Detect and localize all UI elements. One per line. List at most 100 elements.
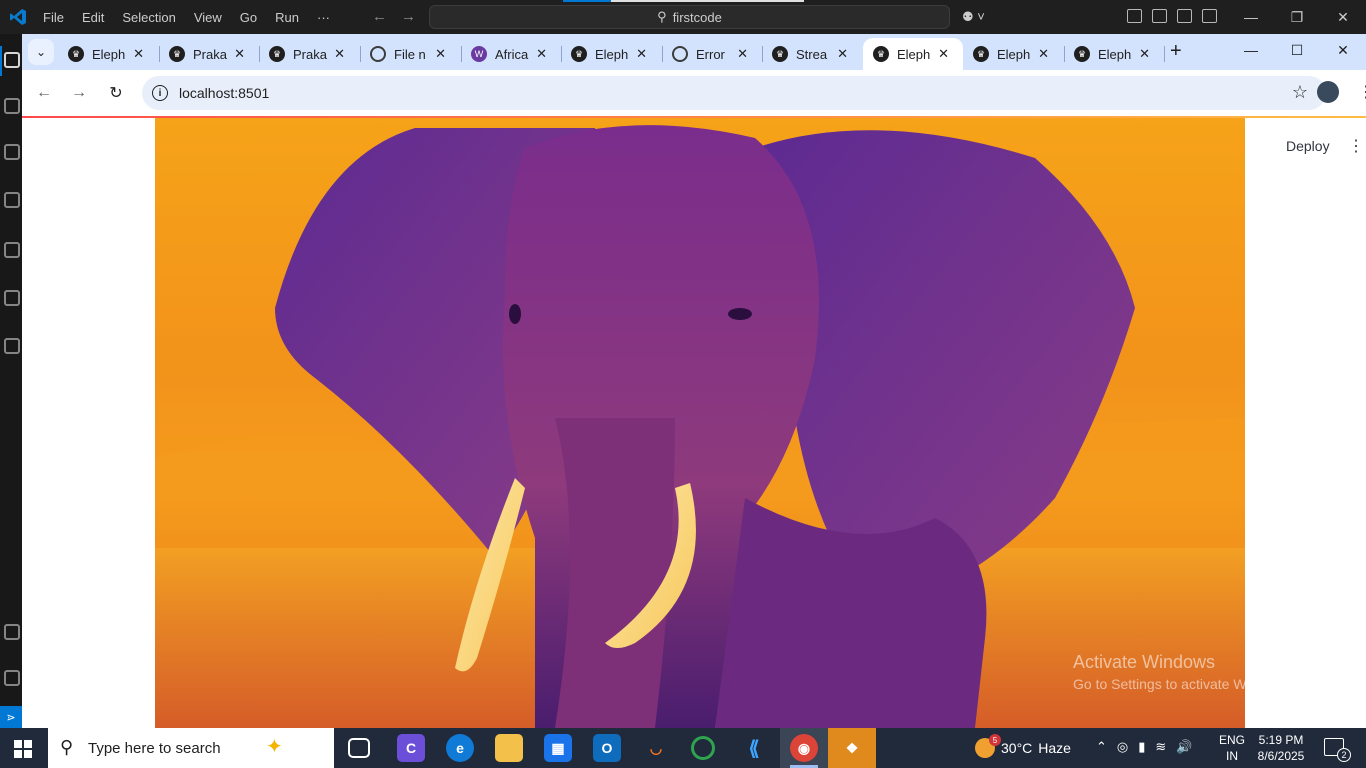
- menu-selection[interactable]: Selection: [113, 10, 184, 25]
- tab-close-icon[interactable]: ✕: [636, 46, 647, 62]
- extensions-icon[interactable]: [4, 242, 20, 258]
- tab-close-icon[interactable]: ✕: [334, 46, 345, 62]
- customize-layout-icon[interactable]: [1127, 9, 1142, 23]
- tab-close-icon[interactable]: ✕: [133, 46, 144, 62]
- tab-search-chevron-icon[interactable]: ⌄: [28, 39, 54, 65]
- volume-icon[interactable]: 🔊: [1176, 739, 1192, 755]
- battery-icon[interactable]: ▮: [1138, 739, 1145, 755]
- explorer-icon[interactable]: [4, 52, 20, 68]
- toggle-sidebar-icon[interactable]: [1152, 9, 1167, 23]
- tab-10[interactable]: ♛ Eleph ✕: [963, 38, 1063, 70]
- layout-controls: [1127, 9, 1217, 23]
- tab-2[interactable]: ♛ Praka ✕: [159, 38, 259, 70]
- language-indicator[interactable]: ENG IN: [1219, 732, 1245, 764]
- search-icon: ⚲: [657, 9, 667, 24]
- tab-3[interactable]: ♛ Praka ✕: [259, 38, 359, 70]
- bookmark-star-icon[interactable]: ☆: [1292, 82, 1308, 103]
- chrome-menu-icon[interactable]: ⋮: [1358, 82, 1366, 102]
- outlook-icon[interactable]: O: [593, 734, 621, 762]
- url-text[interactable]: localhost:8501: [179, 85, 269, 101]
- streamlit-crown-icon: ♛: [571, 46, 587, 62]
- tab-close-icon[interactable]: ✕: [1038, 46, 1049, 62]
- copilot-app-icon[interactable]: C: [397, 734, 425, 762]
- weather-widget[interactable]: 5 30°C Haze: [975, 734, 1071, 758]
- taskbar-search[interactable]: ⚲ Type here to search ✦: [48, 728, 334, 768]
- restore-button[interactable]: ❐: [1274, 0, 1320, 34]
- wifi-icon[interactable]: ≋: [1155, 739, 1166, 755]
- tab-close-icon[interactable]: ✕: [837, 46, 848, 62]
- meet-now-icon[interactable]: ◎: [1117, 739, 1128, 755]
- source-control-icon[interactable]: [4, 144, 20, 160]
- chrome-maximize-button[interactable]: ☐: [1274, 34, 1320, 66]
- pycharm-like-icon[interactable]: [691, 736, 715, 760]
- streamlit-crown-icon: ♛: [169, 46, 185, 62]
- tab-4[interactable]: File n ✕: [360, 38, 460, 70]
- tab-6[interactable]: ♛ Eleph ✕: [561, 38, 661, 70]
- browser-toolbar: ← → ↻ i localhost:8501 ☆ ⋮: [22, 70, 1366, 116]
- back-icon[interactable]: ←: [32, 81, 56, 105]
- menu-more[interactable]: ···: [308, 10, 339, 25]
- openai-icon: [370, 46, 386, 62]
- chrome-taskbar-icon[interactable]: ◉: [790, 734, 818, 762]
- clock[interactable]: 5:19 PM 8/6/2025: [1256, 732, 1306, 764]
- tab-close-icon[interactable]: ✕: [938, 46, 949, 62]
- streamlit-crown-icon: ♛: [68, 46, 84, 62]
- chrome-close-button[interactable]: ✕: [1320, 34, 1366, 66]
- deploy-button[interactable]: Deploy: [1286, 138, 1330, 154]
- chrome-minimize-button[interactable]: —: [1228, 34, 1274, 66]
- testing-icon[interactable]: [4, 290, 20, 306]
- docker-icon[interactable]: [4, 338, 20, 354]
- tab-11[interactable]: ♛ Eleph ✕: [1064, 38, 1164, 70]
- jupyter-icon[interactable]: ◡: [642, 734, 670, 762]
- microsoft-store-icon[interactable]: ▦: [544, 734, 572, 762]
- search-view-icon[interactable]: [4, 98, 20, 114]
- file-explorer-icon[interactable]: [495, 734, 523, 762]
- tab-close-icon[interactable]: ✕: [234, 46, 245, 62]
- menu-view[interactable]: View: [185, 10, 231, 25]
- tab-close-icon[interactable]: ✕: [536, 46, 547, 62]
- tab-title: Strea: [796, 46, 828, 62]
- tray-chevron-icon[interactable]: ⌃: [1096, 739, 1107, 755]
- edge-icon[interactable]: e: [446, 734, 474, 762]
- menu-file[interactable]: File: [34, 10, 73, 25]
- tab-7[interactable]: Error ✕: [662, 38, 762, 70]
- settings-gear-icon[interactable]: [4, 670, 20, 686]
- notification-center-icon[interactable]: 2: [1324, 738, 1351, 762]
- menu-edit[interactable]: Edit: [73, 10, 113, 25]
- python-app-icon[interactable]: ❖: [838, 734, 866, 762]
- toggle-panel-icon[interactable]: [1177, 9, 1192, 23]
- tab-close-icon[interactable]: ✕: [1139, 46, 1150, 62]
- elephant-trunk: [555, 418, 675, 728]
- address-bar[interactable]: i localhost:8501 ☆: [142, 76, 1326, 110]
- streamlit-menu-icon[interactable]: ⋮: [1348, 136, 1364, 156]
- tab-5[interactable]: W Africa ✕: [461, 38, 561, 70]
- back-arrow-icon[interactable]: ←: [372, 8, 387, 25]
- tab-1[interactable]: ♛ Eleph ✕: [58, 38, 158, 70]
- openai-icon: [672, 46, 688, 62]
- minimize-button[interactable]: —: [1228, 0, 1274, 34]
- vscode-taskbar-icon[interactable]: ⟪: [740, 734, 768, 762]
- workspace-name: firstcode: [672, 9, 722, 25]
- windows-start-icon[interactable]: [14, 740, 32, 758]
- account-icon[interactable]: [4, 624, 20, 640]
- new-tab-button[interactable]: +: [1170, 40, 1182, 63]
- forward-arrow-icon[interactable]: →: [401, 8, 416, 25]
- task-view-icon[interactable]: [348, 738, 370, 758]
- tab-close-icon[interactable]: ✕: [435, 46, 446, 62]
- vscode-command-center[interactable]: ⚲ firstcode: [429, 5, 950, 29]
- activate-windows-title: Activate Windows: [1073, 652, 1216, 672]
- tab-9-active[interactable]: ♛ Eleph ✕: [863, 38, 963, 70]
- forward-icon[interactable]: →: [67, 81, 91, 105]
- toggle-secondary-sidebar-icon[interactable]: [1202, 9, 1217, 23]
- profile-avatar[interactable]: [1317, 81, 1339, 103]
- tab-close-icon[interactable]: ✕: [737, 46, 748, 62]
- site-info-icon[interactable]: i: [152, 85, 168, 101]
- menu-go[interactable]: Go: [231, 10, 266, 25]
- copilot-icon[interactable]: ⚉ ˅: [962, 9, 985, 25]
- remote-indicator-icon[interactable]: ⋗: [0, 706, 22, 728]
- tab-8[interactable]: ♛ Strea ✕: [762, 38, 862, 70]
- menu-run[interactable]: Run: [266, 10, 308, 25]
- run-debug-icon[interactable]: [4, 192, 20, 208]
- close-button[interactable]: ✕: [1320, 0, 1366, 34]
- reload-icon[interactable]: ↻: [104, 81, 128, 105]
